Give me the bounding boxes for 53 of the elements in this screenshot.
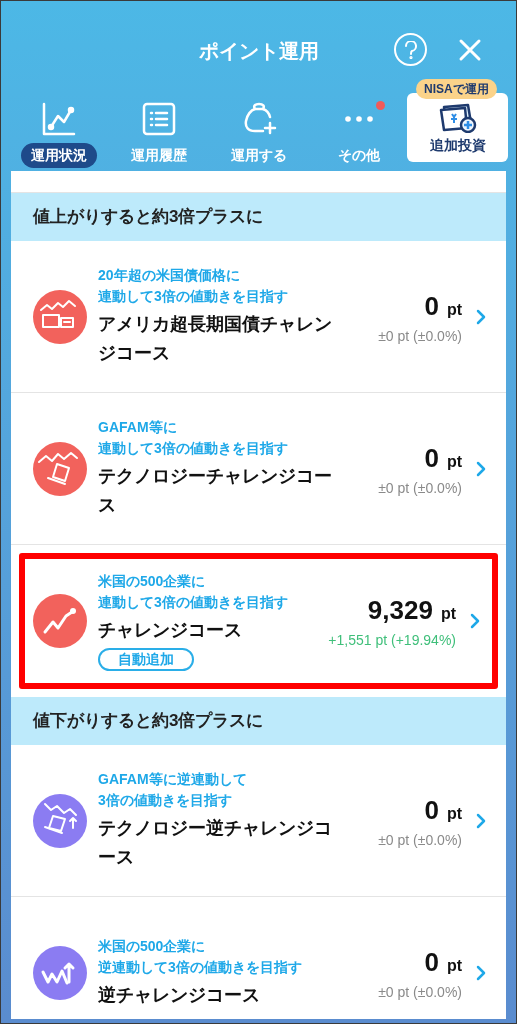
points-unit: pt	[446, 299, 462, 320]
section-header: 値下がりすると約3倍プラスに	[11, 697, 506, 745]
course-description: 20年超の米国債価格に 連動して3倍の値動きを目指す	[98, 266, 289, 306]
tab-label: 運用する	[230, 146, 288, 165]
points-unit: pt	[446, 803, 462, 824]
chevron-right-icon	[470, 613, 480, 629]
course-name: アメリカ超長期国債チャレンジコース	[98, 313, 333, 365]
nav-tab[interactable]: 運用状況	[9, 101, 109, 168]
points-change: +1,551 pt (+19.94%)	[328, 631, 456, 650]
tab-label: その他	[337, 146, 381, 165]
chart-icon	[41, 101, 77, 137]
section-header: 値上がりすると約3倍プラスに	[11, 193, 506, 241]
points-change: ±0 pt (±0.0%)	[378, 983, 462, 1002]
banknote-plus-icon	[437, 101, 478, 133]
chevron-right-icon	[476, 308, 486, 325]
points-value: 9,329	[367, 594, 433, 627]
points-unit: pt	[446, 451, 462, 472]
chevron-right-icon	[476, 812, 486, 829]
list-icon	[141, 101, 177, 137]
close-icon	[458, 38, 482, 62]
tab-label: 運用履歴	[130, 146, 188, 165]
points-value: 0	[424, 793, 439, 827]
close-button[interactable]	[457, 37, 483, 63]
course-description: GAFAM等に逆連動して 3倍の値動きを目指す	[98, 770, 248, 810]
points-value: 0	[424, 441, 439, 475]
course-description: 米国の500企業に 逆連動して3倍の値動きを目指す	[98, 937, 303, 977]
points-unit: pt	[446, 956, 462, 976]
course-row[interactable]: 米国の500企業に 連動して3倍の値動きを目指す チャレンジコース 自動追加 9,329 pt +1,551 pt (+19.94%)	[19, 553, 498, 689]
course-row[interactable]: GAFAM等に 連動して3倍の値動きを目指す テクノロジーチャレンジコース 0 pt ±0 pt (±0.0%)	[11, 393, 506, 544]
course-name: テクノロジーチャレンジコース	[98, 465, 333, 517]
points-change: ±0 pt (±0.0%)	[378, 830, 462, 850]
tab-label: 運用状況	[21, 143, 97, 168]
points-value: 0	[424, 289, 439, 323]
course-name: 逆チャレンジコース	[98, 984, 261, 1007]
help-icon	[403, 40, 418, 59]
chevron-right-icon	[476, 965, 486, 981]
course-name: テクノロジー逆チャレンジコース	[98, 817, 333, 869]
points-unit: pt	[440, 604, 456, 624]
course-row[interactable]: GAFAM等に逆連動して 3倍の値動きを目指す テクノロジー逆チャレンジコース 0 pt ±0 pt (±0.0%)	[11, 745, 506, 896]
points-value: 0	[424, 946, 439, 979]
course-description: 米国の500企業に 連動して3倍の値動きを目指す	[98, 572, 289, 612]
course-name: チャレンジコース	[98, 619, 243, 642]
nisa-tag: NISAで運用	[416, 79, 497, 99]
points-change: ±0 pt (±0.0%)	[378, 326, 462, 346]
help-button[interactable]	[394, 33, 427, 66]
more-icon	[345, 116, 373, 122]
course-row[interactable]: 20年超の米国債価格に 連動して3倍の値動きを目指す アメリカ超長期国債チャレンジコース 0 pt ±0 pt (±0.0%)	[11, 241, 506, 392]
auto-add-badge: 自動追加	[98, 648, 194, 671]
chevron-right-icon	[476, 460, 486, 477]
course-description: GAFAM等に 連動して3倍の値動きを目指す	[98, 418, 289, 458]
page-title: ポイント運用	[198, 39, 319, 64]
course-row[interactable]: 米国の500企業に 逆連動して3倍の値動きを目指す 逆チャレンジコース 0 pt ±0 pt (±0.0%)	[11, 897, 506, 1019]
points-change: ±0 pt (±0.0%)	[378, 478, 462, 498]
